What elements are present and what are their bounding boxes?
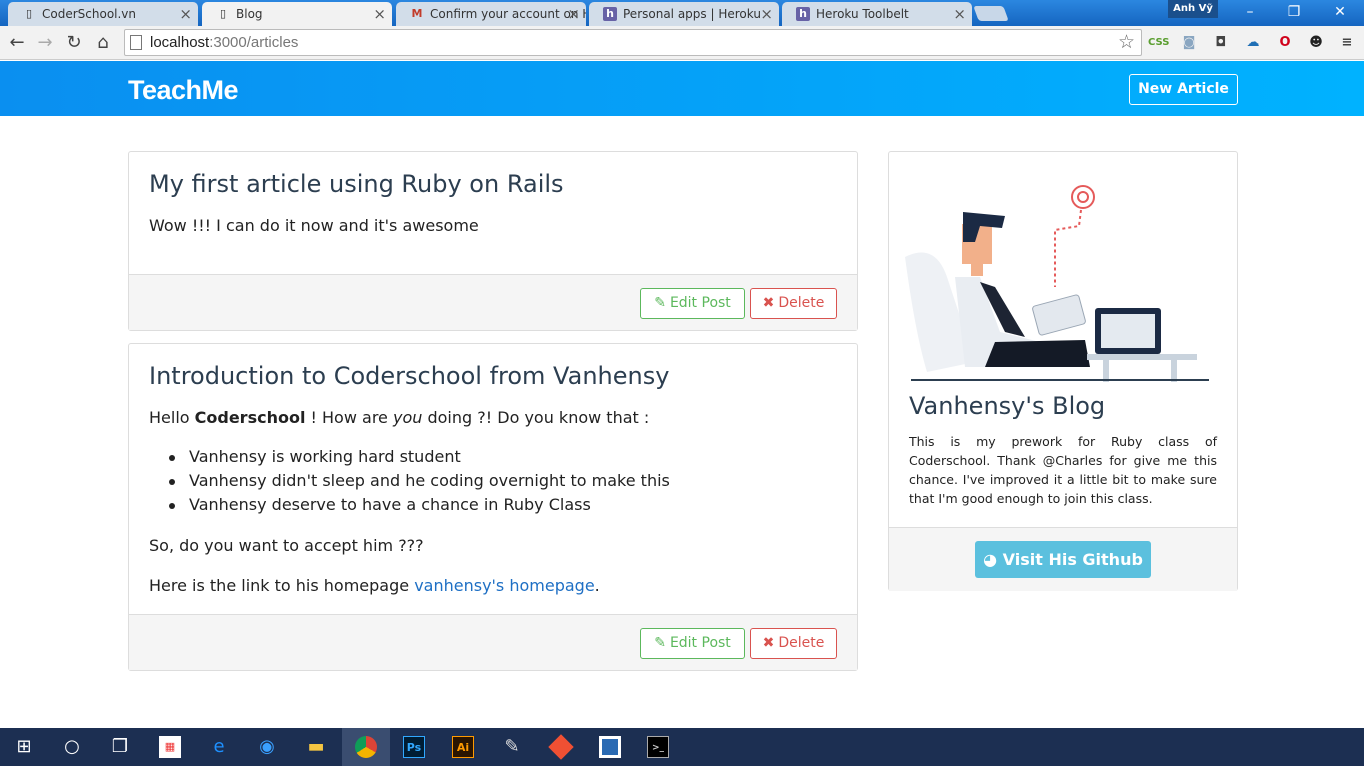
paint-icon[interactable]: ✎: [488, 728, 536, 766]
list-item: Vanhensy didn't sleep and he coding over…: [169, 472, 670, 496]
page-icon: ▯: [219, 7, 227, 20]
page-icon: ▯: [25, 7, 33, 20]
article-footer: ✎ Edit Post ✖ Delete: [129, 614, 857, 670]
edit-post-button[interactable]: ✎ Edit Post: [640, 288, 745, 319]
url-text[interactable]: localhost:3000/articles: [150, 34, 298, 51]
tab-title: Personal apps | Heroku: [623, 7, 761, 21]
reload-icon[interactable]: ↻: [63, 32, 85, 54]
heroku-icon: h: [603, 7, 617, 21]
tab-blog[interactable]: ▯ Blog ×: [202, 2, 392, 26]
heroku-icon: h: [796, 7, 810, 21]
tab-title: Blog: [236, 7, 263, 21]
pencil-icon: ✎: [654, 295, 666, 311]
back-icon[interactable]: ←: [6, 32, 28, 54]
pocket-icon[interactable]: ◘: [1211, 33, 1231, 53]
restore-icon[interactable]: ❐: [1274, 2, 1314, 22]
cortana-icon[interactable]: ○: [48, 728, 96, 766]
article-body: Wow !!! I can do it now and it's awesome: [149, 216, 479, 235]
gmail-icon: M: [411, 7, 423, 20]
sidebar-footer: ◕ Visit His Github: [889, 527, 1237, 591]
article-title: My first article using Ruby on Rails: [149, 170, 564, 198]
store-icon[interactable]: ▦: [146, 728, 194, 766]
tab-title: CoderSchool.vn: [42, 7, 137, 21]
article-title: Introduction to Coderschool from Vanhens…: [149, 362, 670, 390]
opera-icon[interactable]: O: [1275, 33, 1295, 53]
camera-icon[interactable]: ◙: [1179, 33, 1199, 53]
close-tab-icon[interactable]: ×: [373, 5, 386, 23]
photoshop-icon[interactable]: Ps: [390, 728, 438, 766]
developer-illustration: [905, 185, 1209, 382]
chrome-icon[interactable]: [342, 728, 390, 766]
article-question: So, do you want to accept him ???: [149, 536, 424, 555]
delete-button[interactable]: ✖ Delete: [750, 288, 837, 319]
tab-title: Confirm your account on H: [430, 7, 586, 21]
article-intro: Hello Coderschool ! How are you doing ?!…: [149, 408, 650, 427]
site-navbar: TeachMe New Article: [0, 61, 1364, 116]
tab-heroku-apps[interactable]: h Personal apps | Heroku ×: [589, 2, 779, 26]
list-item: Vanhensy deserve to have a chance in Rub…: [169, 496, 670, 520]
brand-logo[interactable]: TeachMe: [128, 75, 239, 106]
panda-icon[interactable]: ☻: [1306, 33, 1326, 53]
homepage-link[interactable]: vanhensy's homepage: [414, 576, 594, 595]
tab-title: Heroku Toolbelt: [816, 7, 909, 21]
illustrator-icon[interactable]: Ai: [439, 728, 487, 766]
edge-icon[interactable]: e: [195, 728, 243, 766]
browser-tab-bar: ▯ CoderSchool.vn × ▯ Blog × M Confirm yo…: [0, 0, 1364, 26]
browser-toolbar: ← → ↻ ⌂ localhost:3000/articles ☆ CSS ◙ …: [0, 26, 1364, 60]
article-bullet-list: Vanhensy is working hard student Vanhens…: [169, 448, 670, 520]
windows-taskbar: ⊞ ○ ❐ ▦ e ◉ ▬ Ps Ai ✎ >_: [0, 728, 1364, 766]
git-icon[interactable]: [537, 728, 585, 766]
edit-post-button[interactable]: ✎ Edit Post: [640, 628, 745, 659]
file-explorer-icon[interactable]: ▬: [292, 728, 340, 766]
tab-gmail[interactable]: M Confirm your account on H ×: [396, 2, 586, 26]
github-icon: ◕: [983, 550, 1003, 569]
new-article-button[interactable]: New Article: [1129, 74, 1238, 105]
sourcetree-icon[interactable]: [586, 728, 634, 766]
css-icon[interactable]: CSS: [1148, 33, 1169, 53]
tab-coderschool[interactable]: ▯ CoderSchool.vn ×: [8, 2, 198, 26]
windows-start-icon[interactable]: ⊞: [0, 728, 48, 766]
visit-github-button[interactable]: ◕ Visit His Github: [975, 541, 1151, 578]
close-tab-icon[interactable]: ×: [760, 5, 773, 23]
task-view-icon[interactable]: ❐: [96, 728, 144, 766]
home-icon[interactable]: ⌂: [92, 32, 114, 54]
profile-name[interactable]: Anh Vỹ: [1168, 0, 1218, 18]
sidebar-card: Vanhensy's Blog This is my prework for R…: [888, 151, 1238, 591]
minimize-icon[interactable]: –: [1230, 2, 1270, 22]
tab-heroku-toolbelt[interactable]: h Heroku Toolbelt ×: [782, 2, 972, 26]
close-tab-icon[interactable]: ×: [953, 5, 966, 23]
pencil-icon: ✎: [654, 635, 666, 651]
new-tab-button[interactable]: [973, 6, 1009, 21]
article-footer: ✎ Edit Post ✖ Delete: [129, 274, 857, 330]
close-window-icon[interactable]: ✕: [1320, 2, 1360, 22]
sidebar-description: This is my prework for Ruby class of Cod…: [909, 434, 1217, 506]
sidebar-title: Vanhensy's Blog: [909, 392, 1106, 420]
close-icon: ✖: [762, 295, 775, 311]
article-link-line: Here is the link to his homepage vanhens…: [149, 576, 600, 595]
close-icon: ✖: [762, 635, 775, 651]
article-card: Introduction to Coderschool from Vanhens…: [128, 343, 858, 671]
forward-icon[interactable]: →: [34, 32, 56, 54]
close-tab-icon[interactable]: ×: [567, 5, 580, 23]
list-item: Vanhensy is working hard student: [169, 448, 670, 472]
menu-icon[interactable]: ≡: [1337, 33, 1357, 53]
firefox-icon[interactable]: ◉: [243, 728, 291, 766]
page-icon: [130, 35, 142, 50]
delete-button[interactable]: ✖ Delete: [750, 628, 837, 659]
terminal-icon[interactable]: >_: [634, 728, 682, 766]
address-bar[interactable]: localhost:3000/articles ☆: [124, 29, 1142, 56]
close-tab-icon[interactable]: ×: [179, 5, 192, 23]
cloud-icon[interactable]: ☁: [1243, 33, 1263, 53]
bookmark-star-icon[interactable]: ☆: [1118, 31, 1135, 53]
article-card: My first article using Ruby on Rails Wow…: [128, 151, 858, 331]
